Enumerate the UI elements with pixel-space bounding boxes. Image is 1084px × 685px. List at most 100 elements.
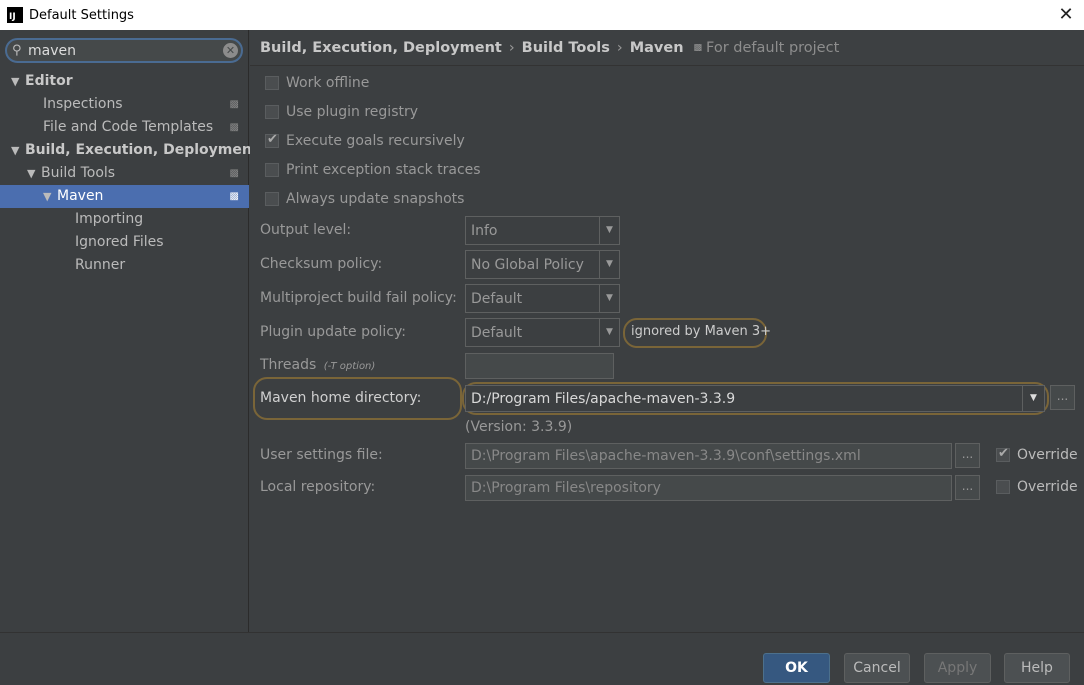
tree-item-label: Runner bbox=[75, 257, 126, 273]
close-icon[interactable]: ✕ bbox=[1056, 5, 1076, 25]
local-repository-override-checkbox[interactable]: Override bbox=[996, 476, 1078, 498]
execute-goals-label: Execute goals recursively bbox=[286, 133, 465, 149]
dropdown-arrow-icon[interactable]: ▼ bbox=[599, 319, 619, 346]
user-settings-override-checkbox[interactable]: Override bbox=[996, 444, 1078, 466]
tree-item-importing[interactable]: Importing bbox=[0, 208, 249, 231]
project-scope-icon: ▩ bbox=[693, 42, 703, 53]
breadcrumb-maven: Maven bbox=[629, 39, 684, 56]
multiproject-fail-label: Multiproject build fail policy: bbox=[260, 290, 457, 306]
browse-local-repository-button[interactable]: ... bbox=[955, 475, 980, 500]
tree-item-label: Editor bbox=[25, 73, 73, 89]
checksum-policy-value: No Global Policy bbox=[471, 256, 584, 273]
tree-item-runner[interactable]: Runner bbox=[0, 254, 249, 277]
project-scope-icon: ▩ bbox=[229, 168, 239, 179]
tree-item-label: Importing bbox=[75, 211, 144, 227]
tree-item-inspections[interactable]: Inspections ▩ bbox=[0, 93, 249, 116]
search-box[interactable]: ⚲ ✕ bbox=[5, 38, 243, 63]
override-label: Override bbox=[1017, 479, 1078, 495]
always-update-checkbox[interactable]: Always update snapshots bbox=[265, 188, 464, 210]
project-scope-icon: ▩ bbox=[229, 99, 239, 110]
plugin-update-select[interactable]: Default ▼ bbox=[465, 318, 620, 347]
maven-home-value: D:/Program Files/apache-maven-3.3.9 bbox=[471, 390, 736, 407]
output-level-select[interactable]: Info ▼ bbox=[465, 216, 620, 245]
plugin-update-value: Default bbox=[471, 324, 523, 341]
search-icon: ⚲ bbox=[12, 42, 22, 58]
tree-item-ignored-files[interactable]: Ignored Files bbox=[0, 231, 249, 254]
always-update-label: Always update snapshots bbox=[286, 191, 465, 207]
breadcrumb-build-execution[interactable]: Build, Execution, Deployment bbox=[260, 40, 502, 56]
checkbox-box[interactable] bbox=[265, 105, 279, 119]
execute-goals-checkbox[interactable]: Execute goals recursively bbox=[265, 130, 465, 152]
tree-item-label: Ignored Files bbox=[75, 234, 164, 250]
maven-version-label: (Version: 3.3.9) bbox=[465, 419, 573, 435]
breadcrumb-separator: › bbox=[616, 39, 623, 56]
apply-button[interactable]: Apply bbox=[924, 653, 991, 683]
expand-arrow-icon[interactable]: ▼ bbox=[43, 185, 57, 208]
use-plugin-registry-checkbox[interactable]: Use plugin registry bbox=[265, 101, 418, 123]
tree-item-label: File and Code Templates bbox=[43, 119, 214, 135]
user-settings-input[interactable]: D:\Program Files\apache-maven-3.3.9\conf… bbox=[465, 443, 952, 469]
search-input[interactable] bbox=[28, 42, 218, 59]
help-button[interactable]: Help bbox=[1004, 653, 1070, 683]
window-title: Default Settings bbox=[29, 7, 134, 23]
use-plugin-registry-label: Use plugin registry bbox=[286, 104, 419, 120]
maven-home-label: Maven home directory: bbox=[260, 390, 422, 406]
checkbox-box[interactable] bbox=[265, 132, 279, 148]
expand-arrow-icon[interactable]: ▼ bbox=[11, 70, 25, 93]
print-exception-label: Print exception stack traces bbox=[286, 162, 481, 178]
intellij-icon: IJ bbox=[7, 7, 23, 23]
threads-input[interactable] bbox=[465, 353, 614, 379]
settings-tree: ▼ Editor Inspections ▩ File and Code Templat… bbox=[0, 70, 259, 277]
work-offline-label: Work offline bbox=[286, 75, 370, 91]
checksum-policy-label: Checksum policy: bbox=[260, 256, 383, 272]
project-scope-icon: ▩ bbox=[229, 191, 239, 202]
maven-home-select[interactable]: D:/Program Files/apache-maven-3.3.9 ▼ bbox=[465, 385, 1045, 412]
checkbox-box[interactable] bbox=[996, 480, 1010, 494]
tree-item-label: Build Tools bbox=[41, 165, 116, 181]
tree-item-label: Build, Execution, Deployment bbox=[25, 142, 259, 158]
title-bar: IJ Default Settings ✕ bbox=[0, 0, 1084, 30]
browse-maven-home-button[interactable]: ... bbox=[1050, 385, 1075, 410]
checkbox-box[interactable] bbox=[265, 192, 279, 206]
plugin-update-label: Plugin update policy: bbox=[260, 324, 406, 340]
breadcrumb-separator: › bbox=[508, 39, 515, 56]
settings-sidebar: ⚲ ✕ ▼EditorInspections▩File and Code Tem… bbox=[0, 30, 259, 632]
ok-button[interactable]: OK bbox=[763, 653, 830, 683]
dropdown-arrow-icon[interactable]: ▼ bbox=[599, 217, 619, 244]
threads-label-wrap: Threads (-T option) bbox=[260, 357, 375, 373]
tree-item-maven[interactable]: ▼ Maven ▩ bbox=[0, 185, 249, 208]
user-settings-label: User settings file: bbox=[260, 447, 383, 463]
dropdown-arrow-icon[interactable]: ▼ bbox=[599, 251, 619, 278]
expand-arrow-icon[interactable]: ▼ bbox=[11, 139, 25, 162]
print-exception-checkbox[interactable]: Print exception stack traces bbox=[265, 159, 481, 181]
override-label: Override bbox=[1017, 447, 1078, 463]
tree-item-build-tools[interactable]: ▼ Build Tools ▩ bbox=[0, 162, 249, 185]
threads-hint: (-T option) bbox=[323, 361, 376, 372]
output-level-value: Info bbox=[471, 222, 498, 239]
breadcrumb-build-tools[interactable]: Build Tools bbox=[522, 40, 610, 56]
local-repository-input[interactable]: D:\Program Files\repository bbox=[465, 475, 952, 501]
checkbox-box[interactable] bbox=[996, 446, 1010, 462]
breadcrumb: Build, Execution, Deployment › Build Too… bbox=[250, 30, 1084, 66]
output-level-label: Output level: bbox=[260, 222, 352, 238]
tree-item-editor[interactable]: ▼ Editor bbox=[0, 70, 249, 93]
multiproject-fail-select[interactable]: Default ▼ bbox=[465, 284, 620, 313]
local-repository-label: Local repository: bbox=[260, 479, 376, 495]
clear-search-icon[interactable]: ✕ bbox=[223, 43, 238, 58]
threads-label: Threads bbox=[260, 357, 317, 373]
checksum-policy-select[interactable]: No Global Policy ▼ bbox=[465, 250, 620, 279]
cancel-button[interactable]: Cancel bbox=[844, 653, 910, 683]
tree-item-file-and-code-templates[interactable]: File and Code Templates ▩ bbox=[0, 116, 249, 139]
browse-user-settings-button[interactable]: ... bbox=[955, 443, 980, 468]
expand-arrow-icon[interactable]: ▼ bbox=[27, 162, 41, 185]
project-scope-icon: ▩ bbox=[229, 122, 239, 133]
checkbox-box[interactable] bbox=[265, 163, 279, 177]
settings-content: Build, Execution, Deployment › Build Too… bbox=[250, 30, 1084, 632]
dropdown-arrow-icon[interactable]: ▼ bbox=[599, 285, 619, 312]
work-offline-checkbox[interactable]: Work offline bbox=[265, 72, 369, 94]
ignored-by-maven-note: ignored by Maven 3+ bbox=[631, 324, 771, 339]
dialog-button-bar: OK Cancel Apply Help bbox=[0, 632, 1084, 685]
dropdown-arrow-icon[interactable]: ▼ bbox=[1022, 386, 1044, 411]
checkbox-box[interactable] bbox=[265, 76, 279, 90]
tree-item-build-execution-deployment[interactable]: ▼ Build, Execution, Deployment bbox=[0, 139, 259, 162]
